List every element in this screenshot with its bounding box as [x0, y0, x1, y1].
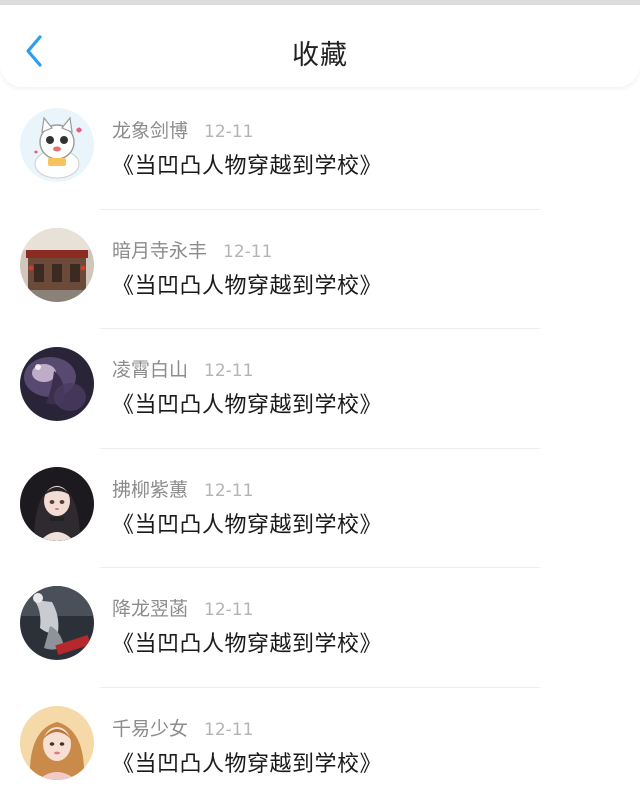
content-title[interactable]: 《当凹凸人物穿越到学校》 [112, 507, 382, 539]
content-title[interactable]: 《当凹凸人物穿越到学校》 [112, 626, 382, 658]
building-photo-avatar[interactable] [20, 228, 94, 302]
list-item[interactable]: 千易少女 12-11 《当凹凸人物穿越到学校》 [0, 688, 640, 807]
item-meta: 龙象剑博 12-11 [112, 116, 253, 143]
header-bar: 收藏 [0, 5, 640, 87]
cartoon-cat-avatar[interactable] [20, 108, 94, 182]
dark-figure-avatar[interactable] [20, 586, 94, 660]
content-title[interactable]: 《当凹凸人物穿越到学校》 [112, 268, 382, 300]
list-item[interactable]: 拂柳紫蕙 12-11 《当凹凸人物穿越到学校》 [0, 449, 640, 569]
item-meta: 凌霄白山 12-11 [112, 355, 253, 382]
list-item[interactable]: 降龙翌菡 12-11 《当凹凸人物穿越到学校》 [0, 568, 640, 688]
username[interactable]: 千易少女 [112, 718, 188, 740]
favorites-list: 龙象剑博 12-11 《当凹凸人物穿越到学校》 暗月寺永丰 12-11 《当凹凸人物… [0, 90, 640, 807]
page-title: 收藏 [0, 33, 640, 72]
list-item[interactable]: 凌霄白山 12-11 《当凹凸人物穿越到学校》 [0, 329, 640, 449]
girl-photo-avatar[interactable] [20, 706, 94, 780]
list-item[interactable]: 暗月寺永丰 12-11 《当凹凸人物穿越到学校》 [0, 210, 640, 330]
date: 12-11 [204, 481, 253, 501]
username[interactable]: 龙象剑博 [112, 120, 188, 142]
item-meta: 降龙翌菡 12-11 [112, 594, 253, 621]
date: 12-11 [204, 600, 253, 620]
username[interactable]: 拂柳紫蕙 [112, 479, 188, 501]
content-title[interactable]: 《当凹凸人物穿越到学校》 [112, 148, 382, 180]
username[interactable]: 降龙翌菡 [112, 598, 188, 620]
date: 12-11 [223, 242, 272, 262]
date: 12-11 [204, 720, 253, 740]
anime-girl-avatar[interactable] [20, 467, 94, 541]
username[interactable]: 暗月寺永丰 [112, 240, 207, 262]
content-title[interactable]: 《当凹凸人物穿越到学校》 [112, 746, 382, 778]
item-meta: 千易少女 12-11 [112, 714, 253, 741]
date: 12-11 [204, 122, 253, 142]
list-item[interactable]: 龙象剑博 12-11 《当凹凸人物穿越到学校》 [0, 90, 640, 210]
date: 12-11 [204, 361, 253, 381]
item-meta: 暗月寺永丰 12-11 [112, 236, 272, 263]
item-meta: 拂柳紫蕙 12-11 [112, 475, 253, 502]
username[interactable]: 凌霄白山 [112, 359, 188, 381]
dark-anime-avatar[interactable] [20, 347, 94, 421]
content-title[interactable]: 《当凹凸人物穿越到学校》 [112, 387, 382, 419]
